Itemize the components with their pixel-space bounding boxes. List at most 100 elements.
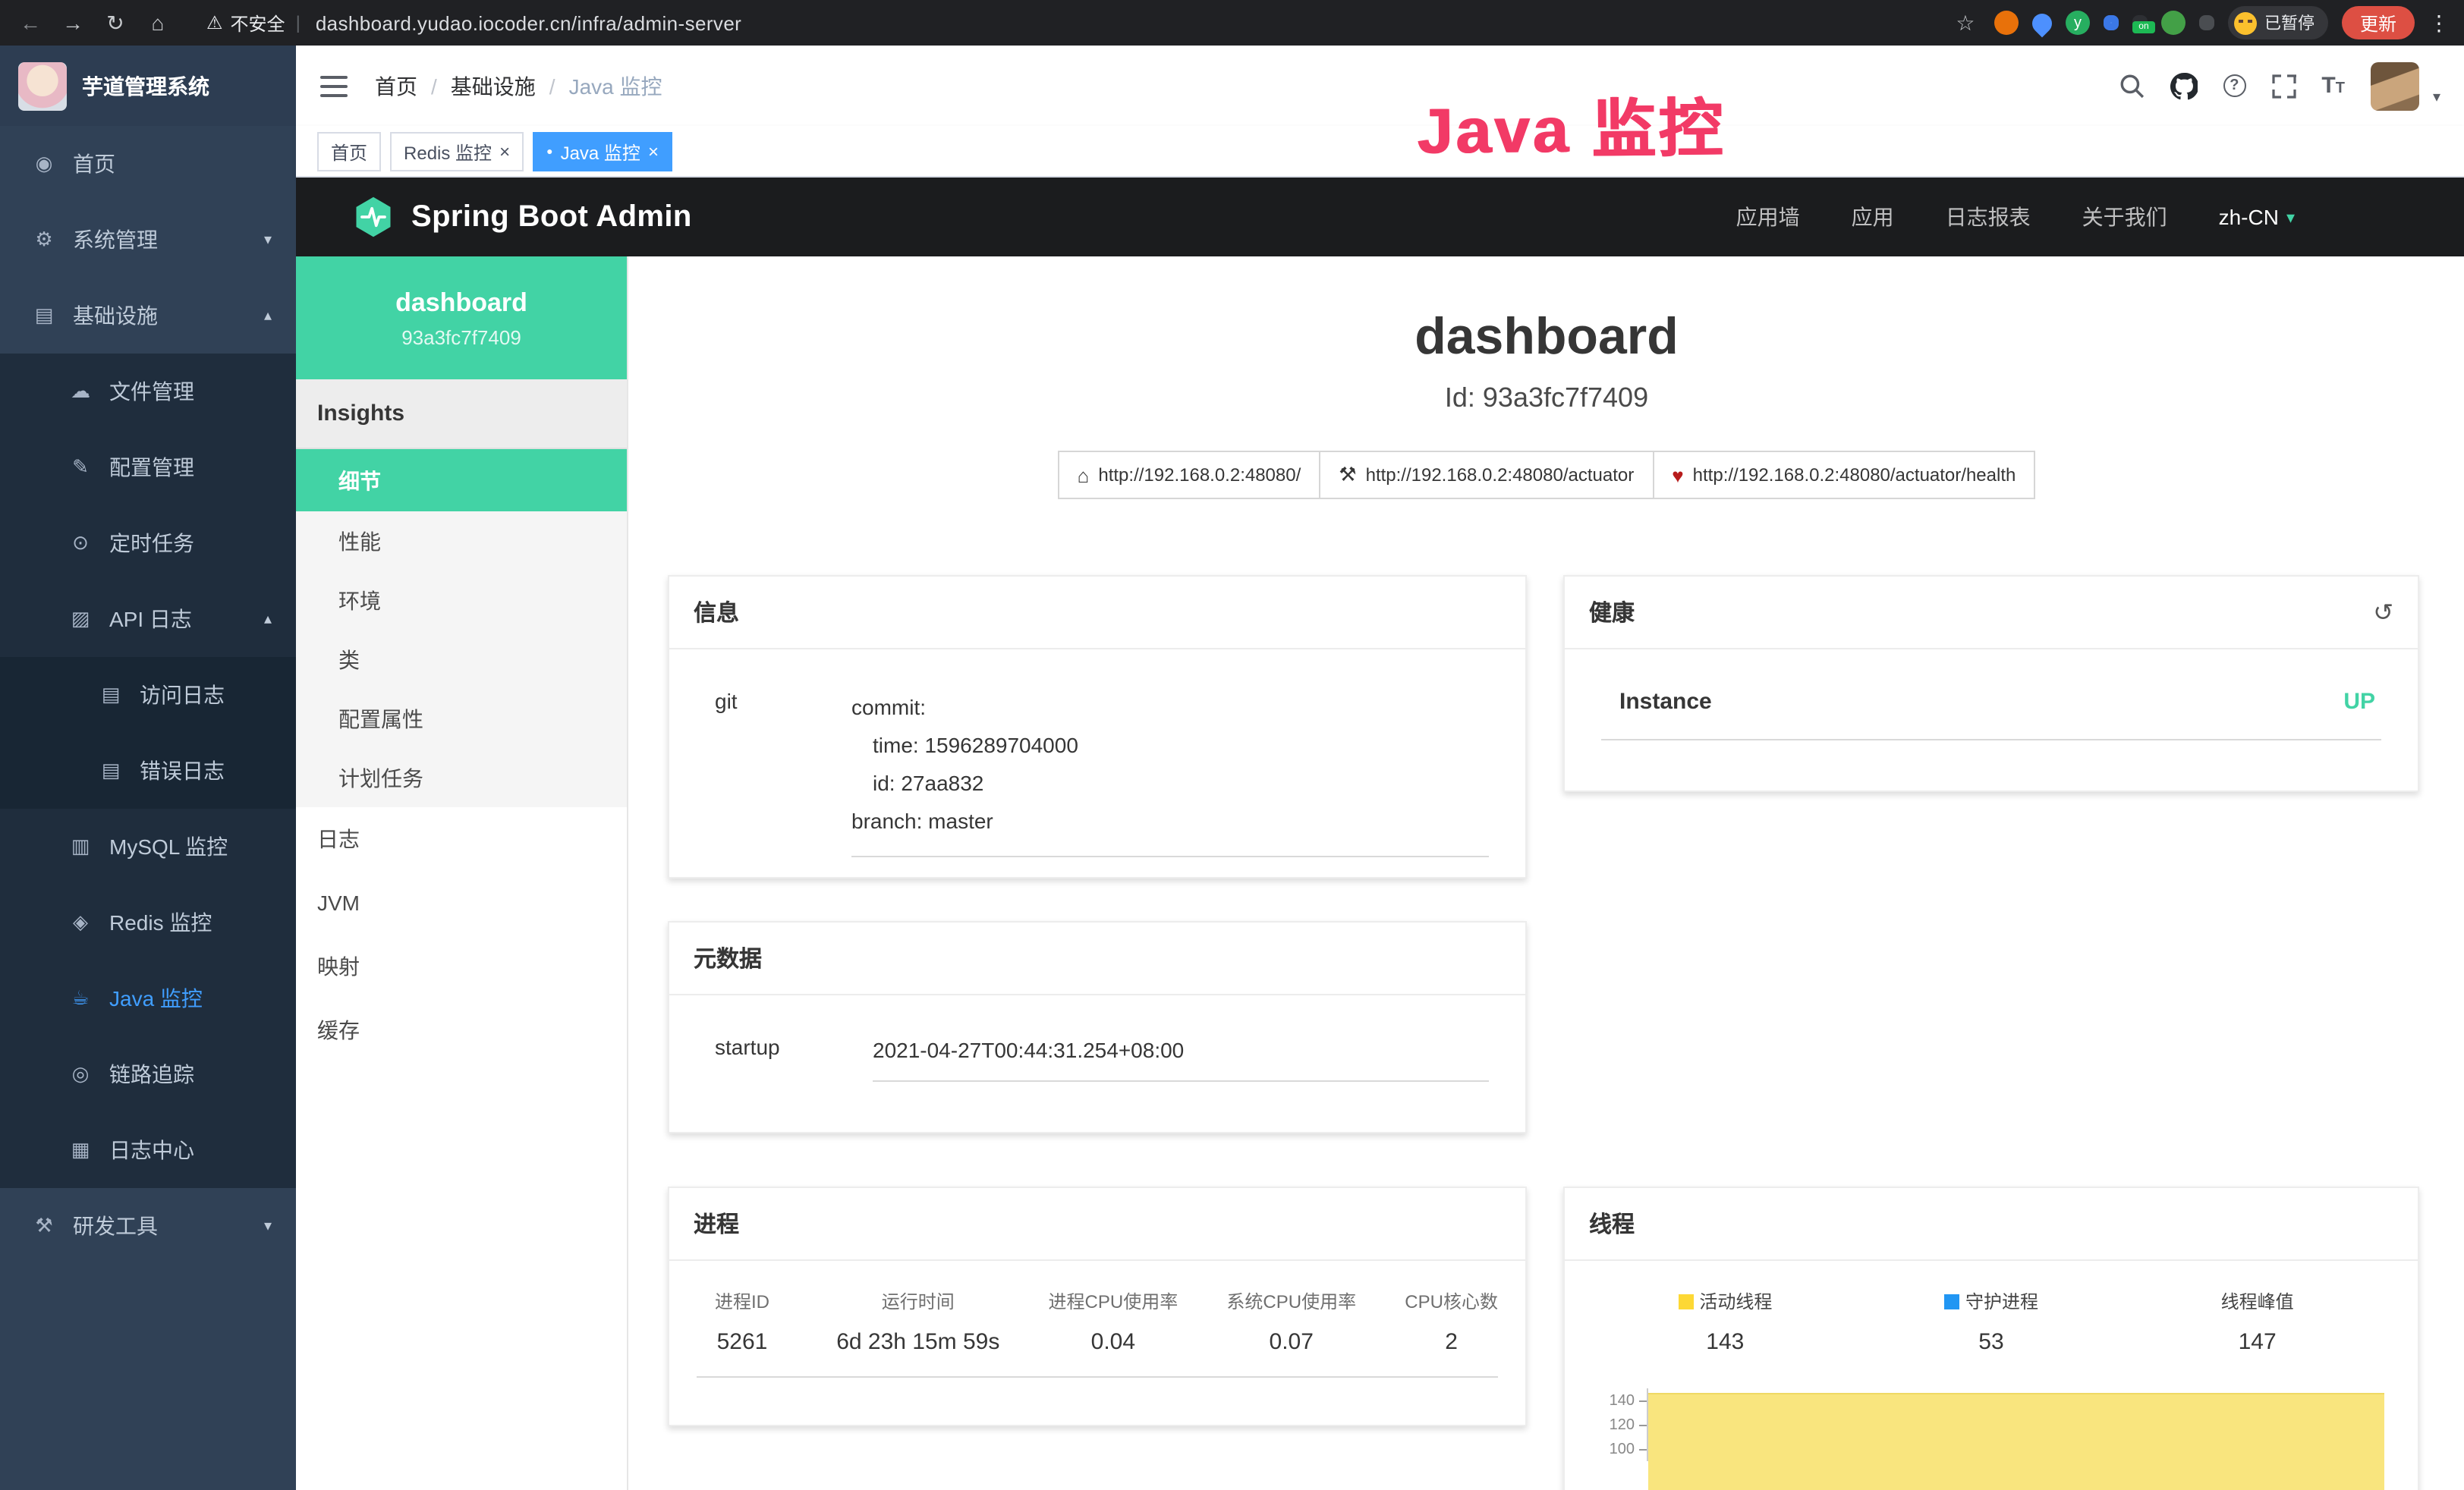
sba-sidebar-item-environment[interactable]: 环境 bbox=[296, 571, 627, 630]
sidebar-item-config-management[interactable]: ✎ 配置管理 bbox=[0, 429, 296, 505]
extension-icon-grid[interactable] bbox=[2104, 15, 2119, 30]
metadata-card-title: 元数据 bbox=[694, 942, 762, 974]
sba-nav-applications[interactable]: 应用 bbox=[1852, 202, 1894, 232]
extension-icon-green-y[interactable]: y bbox=[2066, 11, 2090, 35]
legend-daemon-threads: 守护进程 53 bbox=[1858, 1288, 2125, 1355]
sidebar-item-system-management[interactable]: ⚙ 系统管理 ▾ bbox=[0, 202, 296, 278]
tab-home[interactable]: 首页 bbox=[317, 132, 381, 171]
back-icon[interactable]: ← bbox=[15, 11, 46, 35]
fullscreen-icon[interactable] bbox=[2271, 74, 2296, 98]
legend-yellow-swatch-icon bbox=[1678, 1294, 1693, 1309]
legend-peak-threads: 线程峰值 147 bbox=[2124, 1288, 2390, 1355]
app-sidebar: 芋道管理系统 ◉ 首页 ⚙ 系统管理 ▾ ▤ 基础设施 ▴ ☁ 文件管理 ✎ bbox=[0, 46, 296, 1490]
sidebar-item-dev-tools[interactable]: ⚒ 研发工具 ▾ bbox=[0, 1188, 296, 1264]
browser-home-icon[interactable]: ⌂ bbox=[143, 11, 173, 35]
sidebar-item-redis-monitor[interactable]: ◈ Redis 监控 bbox=[0, 885, 296, 960]
avatar[interactable] bbox=[2371, 61, 2419, 110]
log-icon: ▨ bbox=[67, 607, 94, 631]
screen: ← → ↻ ⌂ ⚠ 不安全 | dashboard.yudao.iocoder.… bbox=[0, 0, 2464, 1490]
sba-instance-header[interactable]: dashboard 93a3fc7f7409 bbox=[296, 256, 627, 379]
close-icon[interactable]: × bbox=[648, 143, 659, 161]
close-icon[interactable]: × bbox=[499, 143, 510, 161]
extension-icon-orange[interactable] bbox=[1994, 11, 2019, 35]
sba-sidebar-item-mappings[interactable]: 映射 bbox=[296, 935, 627, 998]
health-url-label: http://192.168.0.2:48080/actuator/health bbox=[1693, 464, 2016, 486]
sba-sidebar-group-insights: Insights bbox=[296, 379, 627, 449]
sba-sidebar-item-beans[interactable]: 类 bbox=[296, 630, 627, 689]
bookmark-star-icon[interactable]: ☆ bbox=[1950, 10, 1981, 36]
sidebar-item-log-center[interactable]: ▦ 日志中心 bbox=[0, 1112, 296, 1188]
sba-nav-about[interactable]: 关于我们 bbox=[2082, 202, 2167, 232]
sba-sidebar-item-metrics[interactable]: 性能 bbox=[296, 511, 627, 571]
chevron-down-icon: ▾ bbox=[264, 231, 296, 248]
sba-content: dashboard Id: 93a3fc7f7409 ⌂ http://192.… bbox=[628, 256, 2464, 1490]
sidebar-item-tracing[interactable]: ◎ 链路追踪 bbox=[0, 1036, 296, 1112]
reload-icon[interactable]: ↻ bbox=[100, 10, 131, 36]
process-card: 进程 进程ID 5261 运行时间 bbox=[668, 1187, 1527, 1426]
sidebar-item-home[interactable]: ◉ 首页 bbox=[0, 126, 296, 202]
security-chip[interactable]: ⚠ 不安全 | bbox=[206, 10, 304, 36]
breadcrumb-infrastructure[interactable]: 基础设施 bbox=[451, 71, 536, 101]
help-question-mark: ? bbox=[2223, 74, 2245, 97]
sidebar-item-api-logs[interactable]: ▨ API 日志 ▴ bbox=[0, 581, 296, 657]
sba-sidebar-item-logs[interactable]: 日志 bbox=[296, 807, 627, 871]
tab-java-monitor[interactable]: ● Java 监控 × bbox=[533, 132, 672, 171]
history-icon[interactable]: ↺ bbox=[2373, 597, 2393, 627]
search-icon[interactable] bbox=[2118, 73, 2144, 99]
sba-navbar: Spring Boot Admin 应用墙 应用 日志报表 关于我们 zh-CN… bbox=[296, 178, 2464, 256]
sba-nav-wallboard[interactable]: 应用墙 bbox=[1736, 202, 1800, 232]
github-icon[interactable] bbox=[2170, 72, 2197, 99]
forward-icon[interactable]: → bbox=[58, 11, 88, 35]
help-icon[interactable]: ? bbox=[2223, 74, 2245, 97]
info-time-line: time: 1596289704000 bbox=[851, 727, 1489, 765]
sba-sidebar-item-details[interactable]: 细节 bbox=[296, 449, 627, 511]
sba-locale-select[interactable]: zh-CN ▾ bbox=[2219, 205, 2295, 229]
instance-url-button[interactable]: ⌂ http://192.168.0.2:48080/ bbox=[1058, 451, 1321, 499]
hamburger-icon[interactable] bbox=[320, 75, 348, 96]
browser-menu-icon[interactable]: ⋮ bbox=[2428, 10, 2450, 36]
sidebar-item-label: 日志中心 bbox=[109, 1135, 194, 1165]
sidebar-item-error-logs[interactable]: ▤ 错误日志 bbox=[0, 733, 296, 809]
extension-icon-on[interactable]: on bbox=[2132, 15, 2148, 30]
info-id-line: id: 27aa832 bbox=[851, 765, 1489, 803]
sidebar-item-mysql-monitor[interactable]: ▥ MySQL 监控 bbox=[0, 809, 296, 885]
threads-card-title: 线程 bbox=[1589, 1208, 1635, 1240]
sba-sidebar-item-config-props[interactable]: 配置属性 bbox=[296, 689, 627, 748]
extensions-puzzle-icon[interactable] bbox=[2199, 15, 2214, 30]
extension-icon-drop[interactable] bbox=[2028, 9, 2056, 37]
info-branch-line: branch: master bbox=[851, 803, 1489, 841]
sidebar-item-infrastructure[interactable]: ▤ 基础设施 ▴ bbox=[0, 278, 296, 354]
sba-brand[interactable]: Spring Boot Admin bbox=[351, 194, 692, 240]
sidebar-item-label: 首页 bbox=[73, 149, 115, 179]
avatar-caret-icon[interactable]: ▾ bbox=[2433, 89, 2440, 110]
paused-pill[interactable]: 已暂停 bbox=[2228, 6, 2328, 39]
font-size-icon[interactable]: TT bbox=[2321, 75, 2345, 96]
legend-value: 147 bbox=[2124, 1329, 2390, 1355]
extension-icon-leaf[interactable] bbox=[2161, 11, 2186, 35]
sba-instance-id: 93a3fc7f7409 bbox=[401, 325, 521, 348]
security-label: 不安全 bbox=[231, 10, 285, 36]
sba-sidebar-item-caches[interactable]: 缓存 bbox=[296, 998, 627, 1062]
sidebar-item-access-logs[interactable]: ▤ 访问日志 bbox=[0, 657, 296, 733]
font-size-small-t: T bbox=[2336, 81, 2345, 96]
sidebar-item-java-monitor[interactable]: ☕ Java 监控 bbox=[0, 960, 296, 1036]
sidebar-item-file-management[interactable]: ☁ 文件管理 bbox=[0, 354, 296, 429]
tools-icon: ⚒ bbox=[30, 1214, 58, 1238]
sba-sidebar-item-scheduled-tasks[interactable]: 计划任务 bbox=[296, 748, 627, 807]
app-logo-row: 芋道管理系统 bbox=[0, 46, 296, 126]
threads-chart-y-axis: 140 120 100 bbox=[1592, 1388, 1647, 1461]
health-url-button[interactable]: ♥ http://192.168.0.2:48080/actuator/heal… bbox=[1652, 451, 2035, 499]
sidebar-item-label: 访问日志 bbox=[140, 680, 225, 710]
actuator-url-button[interactable]: ⚒ http://192.168.0.2:48080/actuator bbox=[1319, 451, 1654, 499]
tab-redis-monitor[interactable]: Redis 监控 × bbox=[390, 132, 524, 171]
sba-nav-journal[interactable]: 日志报表 bbox=[1946, 202, 2031, 232]
breadcrumb-home[interactable]: 首页 bbox=[375, 71, 417, 101]
sidebar-item-label: 定时任务 bbox=[109, 528, 194, 558]
process-card-title: 进程 bbox=[694, 1208, 739, 1240]
process-value: 2 bbox=[1405, 1329, 1498, 1355]
address-url[interactable]: dashboard.yudao.iocoder.cn/infra/admin-s… bbox=[316, 11, 741, 34]
sba-sidebar: dashboard 93a3fc7f7409 Insights 细节 性能 环境… bbox=[296, 256, 628, 1490]
sba-sidebar-item-jvm[interactable]: JVM bbox=[296, 871, 627, 935]
update-button[interactable]: 更新 bbox=[2342, 6, 2415, 39]
sidebar-item-scheduled-tasks[interactable]: ⊙ 定时任务 bbox=[0, 505, 296, 581]
